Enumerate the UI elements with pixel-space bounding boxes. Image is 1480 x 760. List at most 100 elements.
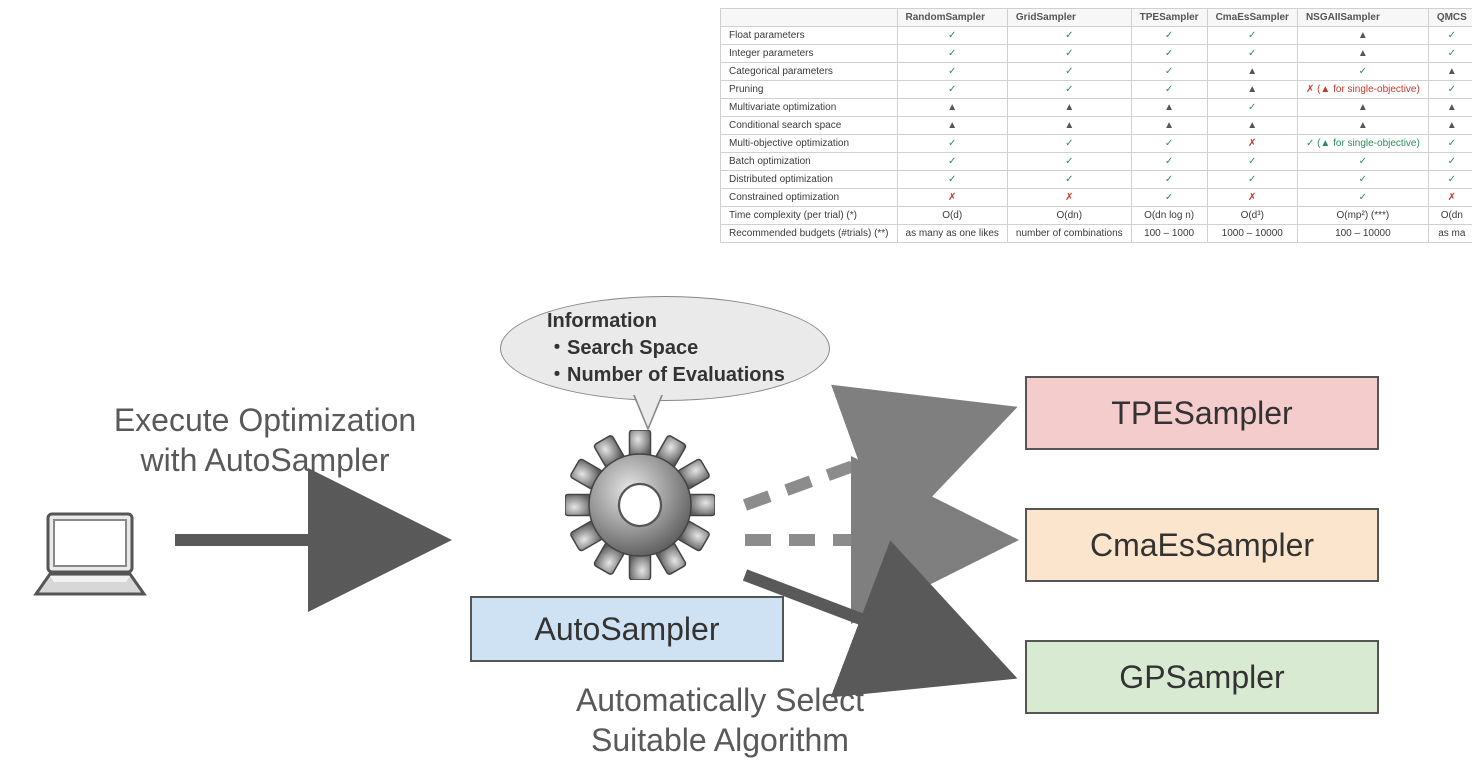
table-cell: ▲ bbox=[1428, 63, 1472, 81]
table-cell: ✗ bbox=[1007, 189, 1131, 207]
autosampler-label: AutoSampler bbox=[535, 611, 720, 648]
table-row: Categorical parameters✓✓✓▲✓▲ bbox=[721, 63, 1473, 81]
table-cell: ✓ bbox=[1007, 153, 1131, 171]
table-cell: ▲ bbox=[1131, 117, 1207, 135]
table-cell: O(dn log n) bbox=[1131, 207, 1207, 225]
table-cell: ▲ bbox=[1207, 63, 1297, 81]
arrow-to-tpe bbox=[745, 415, 995, 505]
table-header: TPESampler bbox=[1131, 9, 1207, 27]
table-cell: ✓ bbox=[1207, 99, 1297, 117]
table-cell: ✓ bbox=[1297, 171, 1428, 189]
row-label: Recommended budgets (#trials) (**) bbox=[721, 225, 898, 243]
tpesampler-box: TPESampler bbox=[1025, 376, 1379, 450]
table-cell: ✓ bbox=[1297, 63, 1428, 81]
arrow-exec bbox=[175, 510, 465, 570]
table-header: NSGAIISampler bbox=[1297, 9, 1428, 27]
table-cell: 1000 – 10000 bbox=[1207, 225, 1297, 243]
cmaessampler-box: CmaEsSampler bbox=[1025, 508, 1379, 582]
row-label: Batch optimization bbox=[721, 153, 898, 171]
table-cell: ✓ bbox=[1007, 81, 1131, 99]
table-row: Multivariate optimization▲▲▲✓▲▲ bbox=[721, 99, 1473, 117]
table-cell: ▲ bbox=[1297, 117, 1428, 135]
table-cell: ✓ bbox=[1428, 27, 1472, 45]
table-cell: ✓ bbox=[1207, 27, 1297, 45]
laptop-icon bbox=[30, 510, 150, 605]
table-row: Time complexity (per trial) (*)O(d)O(dn)… bbox=[721, 207, 1473, 225]
table-cell: as ma bbox=[1428, 225, 1472, 243]
row-label: Constrained optimization bbox=[721, 189, 898, 207]
table-header bbox=[721, 9, 898, 27]
table-cell: ▲ bbox=[1207, 81, 1297, 99]
table-cell: ▲ bbox=[897, 117, 1007, 135]
table-cell: ▲ bbox=[1207, 117, 1297, 135]
table-cell: ✓ bbox=[897, 135, 1007, 153]
table-cell: ✓ bbox=[1007, 135, 1131, 153]
table-cell: ✓ bbox=[1428, 81, 1472, 99]
row-label: Distributed optimization bbox=[721, 171, 898, 189]
feature-table: RandomSamplerGridSamplerTPESamplerCmaEsS… bbox=[720, 8, 1472, 243]
table-cell: ✓ bbox=[1428, 171, 1472, 189]
table-cell: ✓ bbox=[1297, 189, 1428, 207]
table-cell: ▲ bbox=[1297, 27, 1428, 45]
row-label: Integer parameters bbox=[721, 45, 898, 63]
table-row: Multi-objective optimization✓✓✓✗✓ (▲ for… bbox=[721, 135, 1473, 153]
table-header: RandomSampler bbox=[897, 9, 1007, 27]
table-cell: O(dn) bbox=[1007, 207, 1131, 225]
table-cell: ✓ bbox=[1007, 45, 1131, 63]
table-cell: ✓ bbox=[897, 45, 1007, 63]
table-cell: O(d³) bbox=[1207, 207, 1297, 225]
table-cell: ✓ bbox=[1007, 171, 1131, 189]
table-cell: ✓ bbox=[897, 171, 1007, 189]
row-label: Pruning bbox=[721, 81, 898, 99]
table-cell: ✓ bbox=[1131, 63, 1207, 81]
table-row: Distributed optimization✓✓✓✓✓✓ bbox=[721, 171, 1473, 189]
table-row: Batch optimization✓✓✓✓✓✓ bbox=[721, 153, 1473, 171]
table-cell: ▲ bbox=[897, 99, 1007, 117]
gear-icon bbox=[565, 430, 715, 585]
table-cell: ✓ bbox=[1131, 171, 1207, 189]
table-cell: ✗ bbox=[1428, 189, 1472, 207]
table-cell: ✓ bbox=[1007, 63, 1131, 81]
table-header: QMCS bbox=[1428, 9, 1472, 27]
table-cell: ✓ bbox=[897, 27, 1007, 45]
table-row: Conditional search space▲▲▲▲▲▲ bbox=[721, 117, 1473, 135]
table-cell: ✓ bbox=[897, 81, 1007, 99]
arrows-out bbox=[735, 370, 1055, 710]
row-label: Float parameters bbox=[721, 27, 898, 45]
table-cell: ✗ bbox=[897, 189, 1007, 207]
gpsampler-box: GPSampler bbox=[1025, 640, 1379, 714]
select-line2: Suitable Algorithm bbox=[591, 722, 849, 758]
table-row: Constrained optimization✗✗✓✗✓✗ bbox=[721, 189, 1473, 207]
table-row: Float parameters✓✓✓✓▲✓ bbox=[721, 27, 1473, 45]
table-cell: ✓ (▲ for single-objective) bbox=[1297, 135, 1428, 153]
table-cell: ✓ bbox=[897, 153, 1007, 171]
arrow-to-gp bbox=[745, 575, 995, 670]
bubble-line1: ・Search Space bbox=[547, 335, 829, 362]
table-row: Pruning✓✓✓▲✗ (▲ for single-objective)✓ bbox=[721, 81, 1473, 99]
gpsampler-label: GPSampler bbox=[1119, 659, 1284, 696]
row-label: Time complexity (per trial) (*) bbox=[721, 207, 898, 225]
table-cell: ▲ bbox=[1131, 99, 1207, 117]
exec-line2: with AutoSampler bbox=[140, 442, 389, 478]
table-header: GridSampler bbox=[1007, 9, 1131, 27]
table-cell: ✗ bbox=[1207, 135, 1297, 153]
table-cell: ✓ bbox=[1131, 27, 1207, 45]
table-cell: ✓ bbox=[1428, 153, 1472, 171]
row-label: Conditional search space bbox=[721, 117, 898, 135]
table-cell: O(dn bbox=[1428, 207, 1472, 225]
bubble-title: Information bbox=[547, 308, 829, 335]
table-cell: ✓ bbox=[1131, 189, 1207, 207]
row-label: Multi-objective optimization bbox=[721, 135, 898, 153]
table-cell: ✓ bbox=[1428, 135, 1472, 153]
bubble-tail bbox=[634, 393, 662, 427]
feature-table-wrap: RandomSamplerGridSamplerTPESamplerCmaEsS… bbox=[720, 8, 1472, 243]
cmaessampler-label: CmaEsSampler bbox=[1090, 527, 1314, 564]
table-cell: ✓ bbox=[1131, 135, 1207, 153]
table-cell: ✗ bbox=[1207, 189, 1297, 207]
table-cell: ✓ bbox=[1207, 153, 1297, 171]
table-cell: O(mp²) (***) bbox=[1297, 207, 1428, 225]
table-row: Recommended budgets (#trials) (**)as man… bbox=[721, 225, 1473, 243]
table-cell: ▲ bbox=[1007, 99, 1131, 117]
table-row: Integer parameters✓✓✓✓▲✓ bbox=[721, 45, 1473, 63]
row-label: Multivariate optimization bbox=[721, 99, 898, 117]
